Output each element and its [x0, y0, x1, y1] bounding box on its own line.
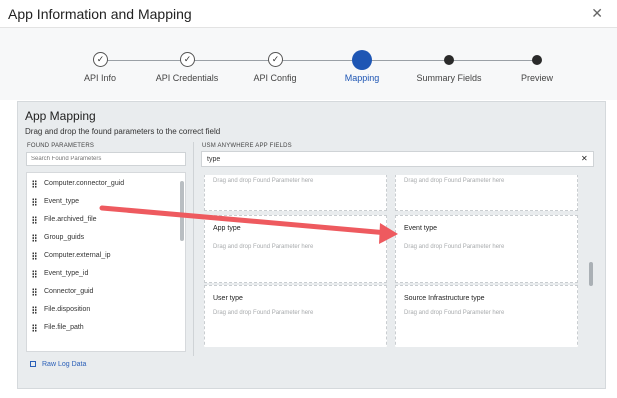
found-list-scrollbar[interactable]: [180, 181, 184, 241]
field-name: App type: [213, 225, 241, 232]
drag-handle-icon[interactable]: [32, 216, 37, 224]
drop-hint: Drag and drop Found Parameter here: [213, 244, 314, 250]
check-icon: ✓: [180, 52, 195, 67]
usm-fields-grid: Drag and drop Found Parameter here Drag …: [204, 175, 596, 347]
drag-handle-icon[interactable]: [32, 252, 37, 260]
list-item[interactable]: File.disposition: [27, 302, 177, 318]
list-item[interactable]: File.file_path: [27, 320, 177, 336]
drop-hint: Drag and drop Found Parameter here: [213, 310, 314, 316]
field-name: User type: [213, 295, 243, 302]
found-parameters-list: Computer.connector_guid Event_type File.…: [26, 172, 186, 352]
drop-hint: Drag and drop Found Parameter here: [404, 178, 505, 184]
usm-fields-search-input[interactable]: type: [201, 151, 594, 167]
raw-log-data-link[interactable]: Raw Log Data: [30, 361, 86, 368]
drag-handle-icon[interactable]: [32, 198, 37, 206]
active-step-dot: [352, 50, 372, 70]
field-name: Source Infrastructure type: [404, 295, 485, 302]
panel-title: App Mapping: [25, 109, 96, 123]
found-parameters-search-input[interactable]: [26, 152, 186, 166]
list-item[interactable]: Computer.connector_guid: [27, 176, 177, 192]
app-mapping-panel: App Mapping Drag and drop the found para…: [17, 101, 606, 389]
field-drop-zone[interactable]: Drag and drop Found Parameter here: [395, 175, 578, 211]
list-item[interactable]: Event_type: [27, 194, 177, 210]
field-name: Event type: [404, 225, 438, 232]
list-item[interactable]: File.archived_file: [27, 212, 177, 228]
dialog-title: App Information and Mapping: [8, 6, 192, 22]
drag-handle-icon[interactable]: [32, 180, 37, 188]
drop-hint: Drag and drop Found Parameter here: [404, 244, 505, 250]
wizard-steps: ✓ API Info ✓ API Credentials ✓ API Confi…: [0, 28, 617, 100]
list-item[interactable]: Connector_guid: [27, 284, 177, 300]
close-icon[interactable]: ✕: [591, 5, 603, 22]
column-divider: [193, 142, 194, 356]
list-item[interactable]: Group_guids: [27, 230, 177, 246]
check-icon: ✓: [268, 52, 283, 67]
found-parameters-heading: FOUND PARAMETERS: [27, 143, 95, 149]
list-item[interactable]: Computer.external_ip: [27, 248, 177, 264]
drag-handle-icon[interactable]: [32, 270, 37, 278]
panel-subtitle: Drag and drop the found parameters to th…: [25, 127, 221, 136]
drag-handle-icon[interactable]: [32, 324, 37, 332]
field-event-type[interactable]: Event type Drag and drop Found Parameter…: [395, 215, 578, 283]
fields-scrollbar[interactable]: [589, 262, 593, 286]
check-icon: ✓: [93, 52, 108, 67]
field-source-infrastructure-type[interactable]: Source Infrastructure type Drag and drop…: [395, 285, 578, 347]
future-step-dot: [532, 55, 542, 65]
drop-hint: Drag and drop Found Parameter here: [213, 178, 314, 184]
dialog-header: App Information and Mapping ✕: [0, 0, 617, 28]
field-app-type[interactable]: App type Drag and drop Found Parameter h…: [204, 215, 387, 283]
clear-search-icon[interactable]: ✕: [581, 154, 588, 163]
list-item[interactable]: Event_type_id: [27, 266, 177, 282]
field-drop-zone[interactable]: Drag and drop Found Parameter here: [204, 175, 387, 211]
drop-hint: Drag and drop Found Parameter here: [404, 310, 505, 316]
field-user-type[interactable]: User type Drag and drop Found Parameter …: [204, 285, 387, 347]
future-step-dot: [444, 55, 454, 65]
step-label: Preview: [520, 73, 553, 83]
usm-fields-heading: USM ANYWHERE APP FIELDS: [202, 143, 292, 149]
drag-handle-icon[interactable]: [32, 306, 37, 314]
step-preview[interactable]: Preview: [482, 28, 592, 92]
drag-handle-icon[interactable]: [32, 288, 37, 296]
raw-log-label: Raw Log Data: [42, 361, 87, 368]
drag-handle-icon[interactable]: [32, 234, 37, 242]
log-icon: [30, 361, 36, 367]
